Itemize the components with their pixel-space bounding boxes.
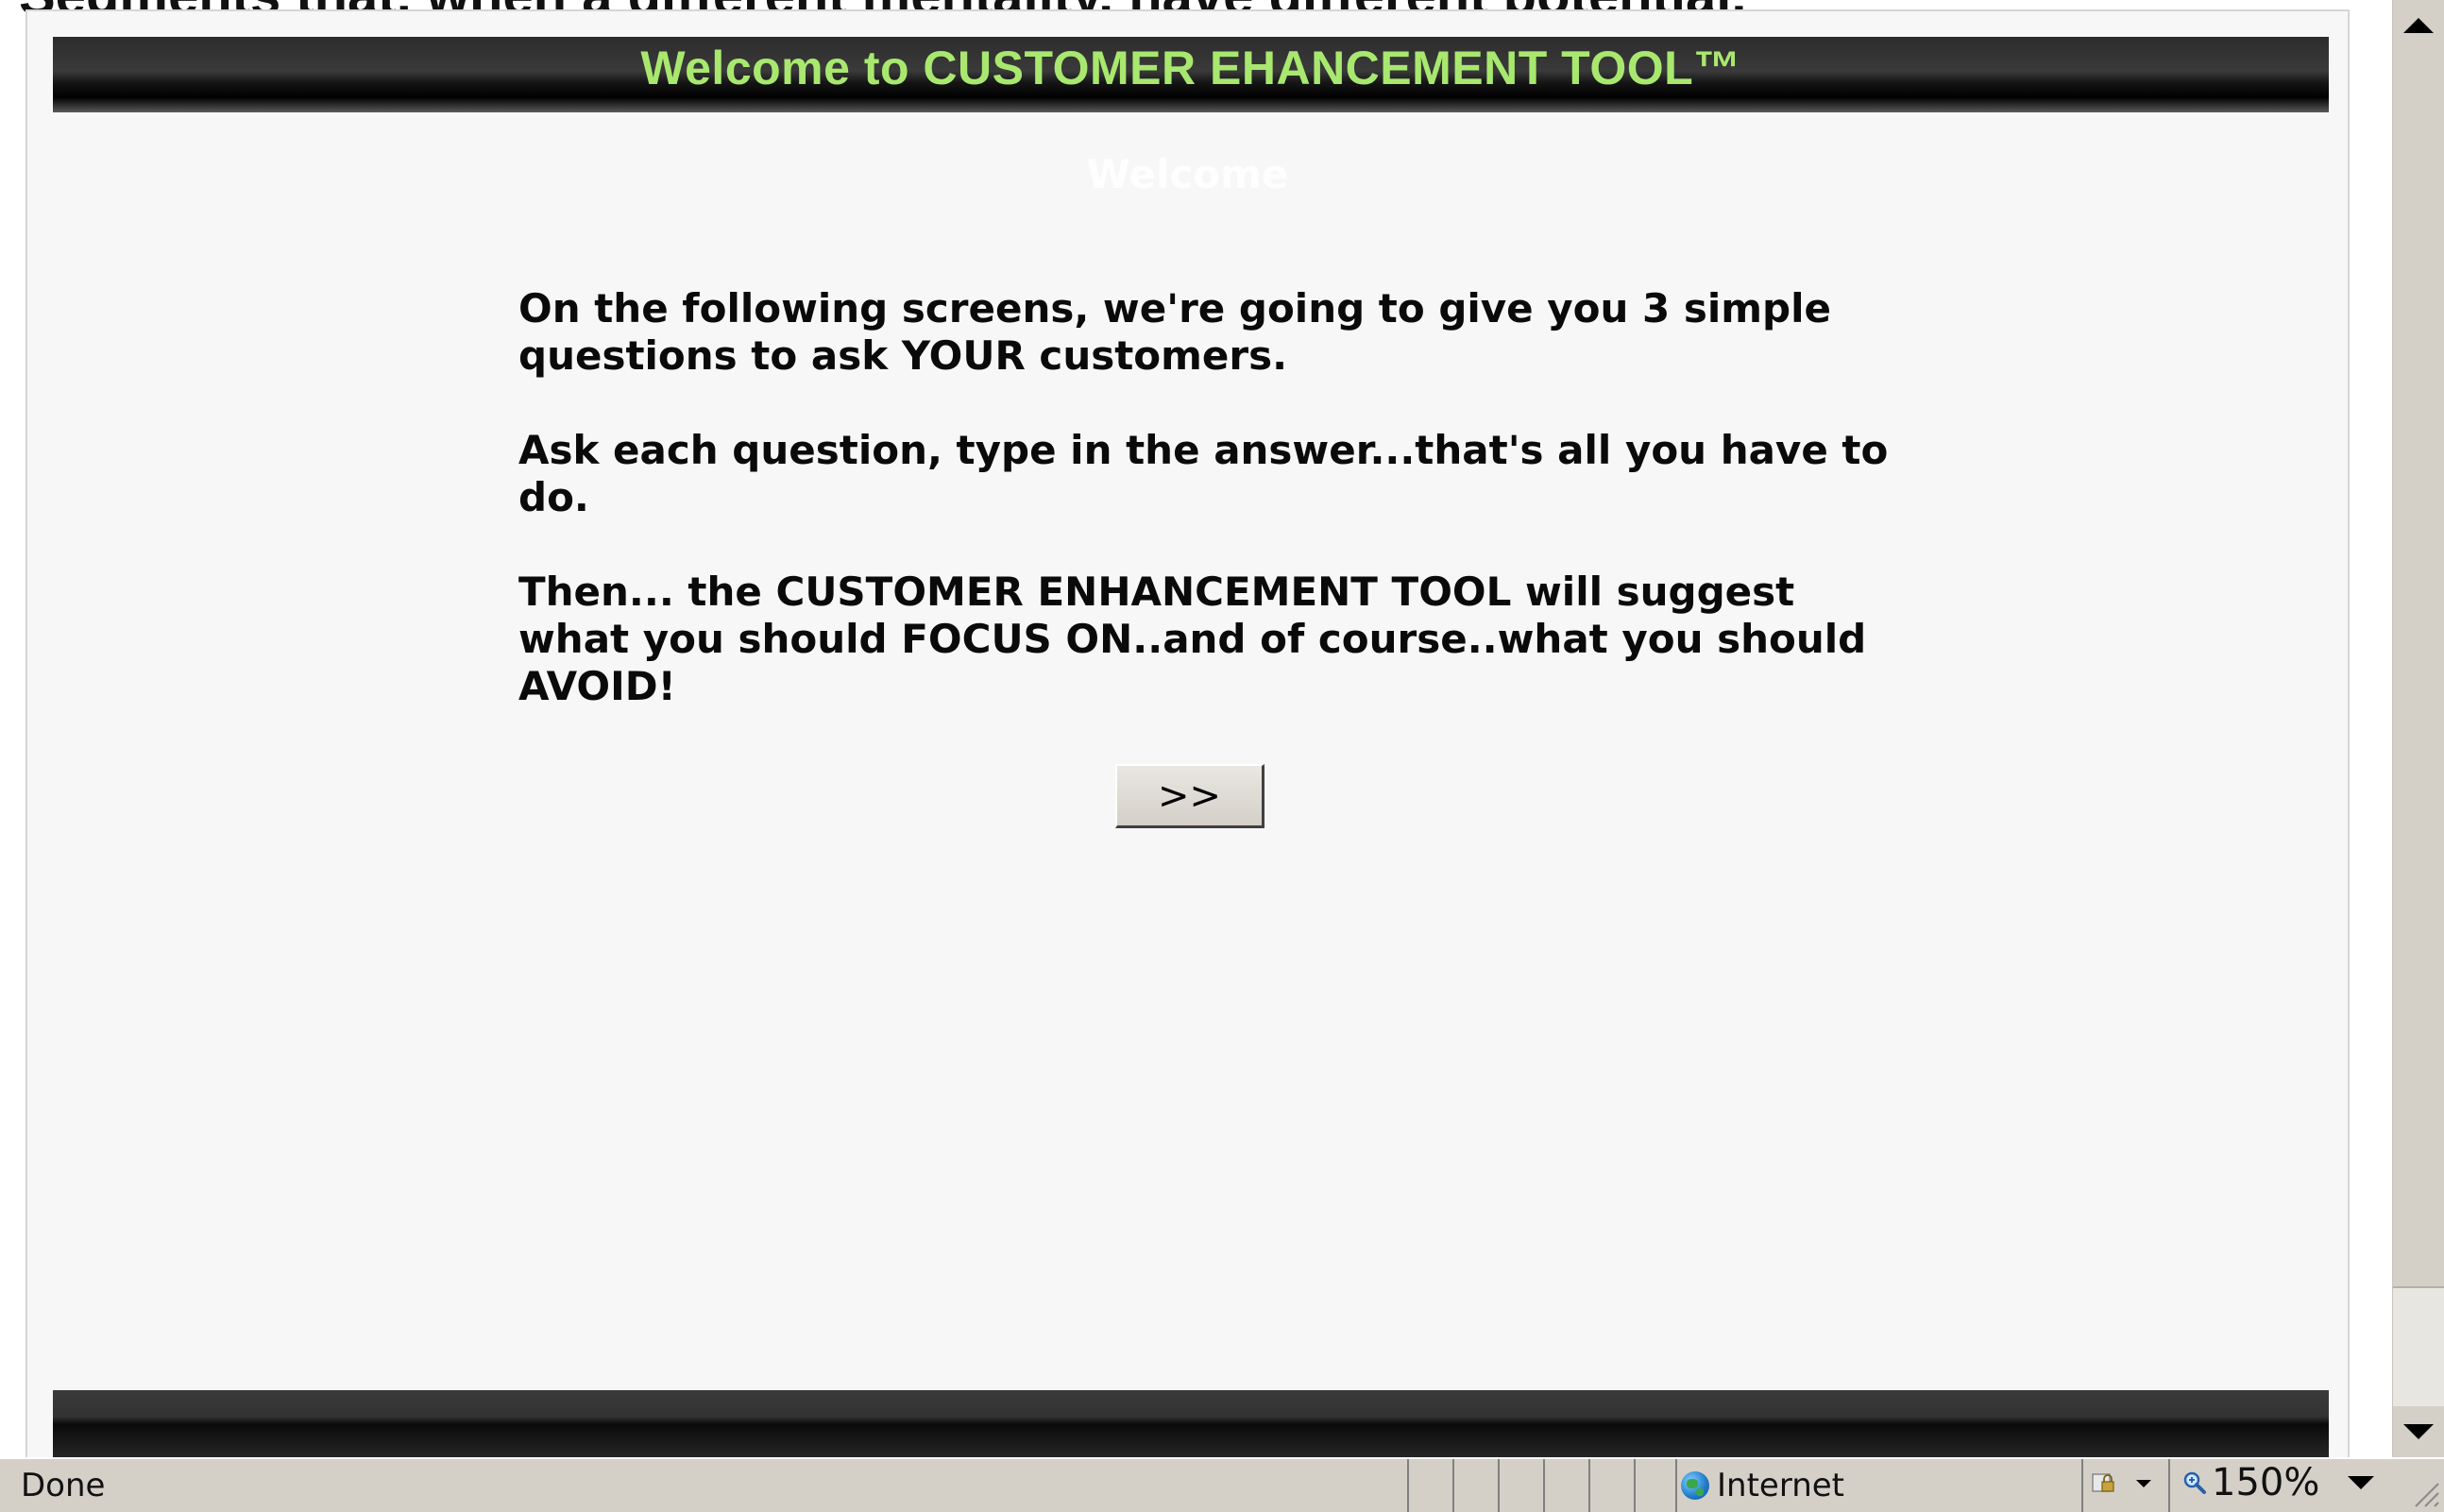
zone-label: Internet xyxy=(1717,1467,1845,1504)
browser-viewport: Segments that, when a different mentalit… xyxy=(0,0,2392,1457)
status-divider xyxy=(2081,1459,2083,1512)
status-divider xyxy=(1452,1459,1454,1512)
status-divider xyxy=(1634,1459,1636,1512)
status-divider xyxy=(1675,1459,1677,1512)
next-button[interactable]: >> xyxy=(1115,764,1264,828)
page-title: Welcome to CUSTOMER EHANCEMENT TOOL™ xyxy=(640,42,1741,94)
security-zone[interactable]: Internet xyxy=(1681,1467,1844,1504)
magnifier-icon xyxy=(2183,1471,2206,1494)
zoom-value: 150% xyxy=(2212,1461,2320,1504)
zoom-dropdown-icon[interactable] xyxy=(2348,1476,2374,1489)
lock-icon[interactable] xyxy=(2089,1469,2117,1497)
scroll-down-button[interactable] xyxy=(2393,1406,2444,1457)
app-frame: Welcome to CUSTOMER EHANCEMENT TOOL™ Wel… xyxy=(25,9,2350,1457)
resize-grip-icon[interactable] xyxy=(2406,1474,2440,1508)
status-divider xyxy=(2168,1459,2170,1512)
intro-paragraph-1: On the following screens, we're going to… xyxy=(518,285,1831,379)
arrow-down-icon xyxy=(2403,1424,2434,1439)
intro-paragraph-2: Ask each question, type in the answer...… xyxy=(518,427,1889,520)
scroll-thumb[interactable] xyxy=(2393,51,2444,1288)
chevron-down-icon[interactable] xyxy=(2136,1480,2151,1487)
header-bar: Welcome to CUSTOMER EHANCEMENT TOOL™ xyxy=(53,37,2329,112)
status-divider xyxy=(1588,1459,1590,1512)
status-divider xyxy=(1407,1459,1409,1512)
zoom-control[interactable]: 150% xyxy=(2181,1461,2319,1504)
section-subtitle: Welcome xyxy=(1086,151,1289,197)
globe-icon xyxy=(1681,1471,1709,1500)
status-bar: Done Internet 150% xyxy=(0,1457,2444,1512)
arrow-up-icon xyxy=(2403,18,2434,33)
intro-content: On the following screens, we're going to… xyxy=(518,285,1897,757)
vertical-scrollbar[interactable] xyxy=(2392,0,2444,1457)
footer-bar xyxy=(53,1390,2329,1457)
status-divider xyxy=(1543,1459,1545,1512)
status-divider xyxy=(1498,1459,1500,1512)
status-text: Done xyxy=(21,1467,106,1504)
intro-paragraph-3: Then... the CUSTOMER ENHANCEMENT TOOL wi… xyxy=(518,569,1867,709)
scroll-up-button[interactable] xyxy=(2393,0,2444,51)
